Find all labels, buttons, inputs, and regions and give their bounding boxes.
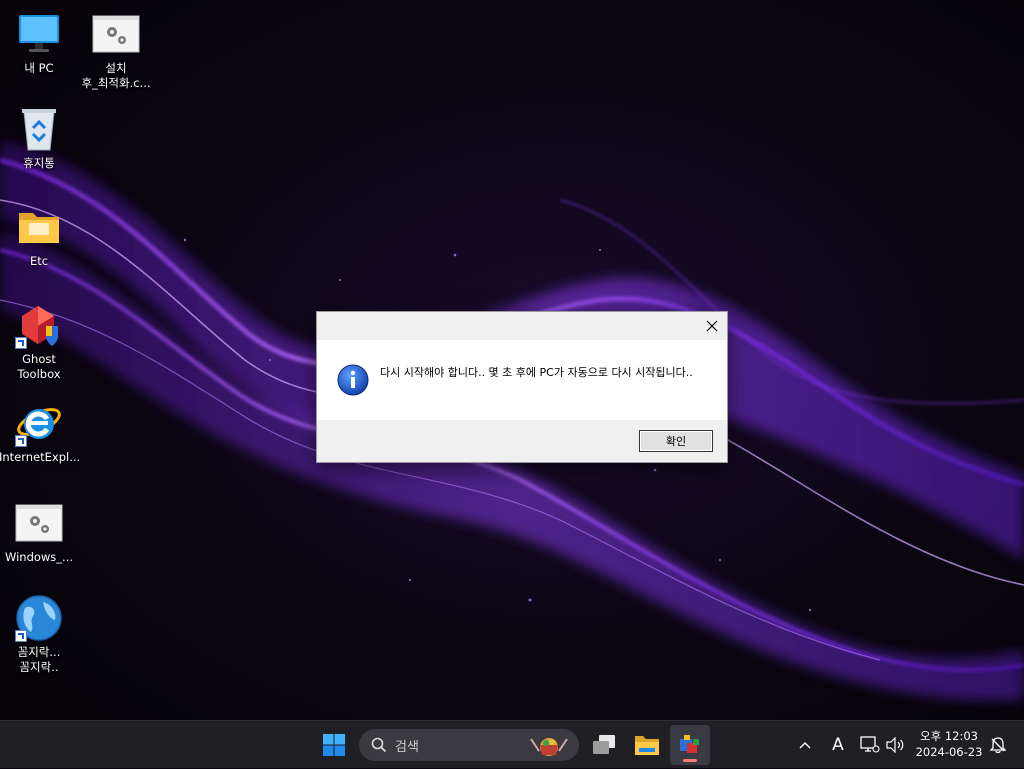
desktop-icon-recycle-bin[interactable]: 휴지통 bbox=[1, 105, 77, 171]
notification-button[interactable] bbox=[986, 721, 1010, 769]
windows-logo-icon bbox=[323, 734, 345, 756]
desktop-icon-label: Etc bbox=[29, 254, 49, 268]
globe-icon bbox=[15, 594, 63, 642]
shortcut-arrow-icon bbox=[15, 435, 27, 447]
desktop-icon-label: Windows_... bbox=[4, 550, 74, 564]
file-explorer-button[interactable] bbox=[627, 725, 667, 765]
search-highlight-icon bbox=[530, 738, 568, 756]
close-icon[interactable] bbox=[697, 312, 727, 340]
dialog-footer: 확인 bbox=[317, 420, 727, 462]
desktop-icon-label: 꼼지락... 꼼지락.. bbox=[17, 645, 61, 674]
desktop-icon-etc-folder[interactable]: Etc bbox=[1, 203, 77, 269]
dialog-message: 다시 시작해야 합니다.. 몇 초 후에 PC가 자동으로 다시 시작됩니다.. bbox=[380, 366, 693, 379]
settings-file-icon bbox=[92, 10, 140, 58]
desktop-icon-label: 내 PC bbox=[24, 61, 54, 75]
shortcut-arrow-icon bbox=[15, 630, 27, 642]
shortcut-arrow-icon bbox=[15, 337, 27, 349]
volume-icon bbox=[886, 737, 904, 753]
restart-dialog: 다시 시작해야 합니다.. 몇 초 후에 PC가 자동으로 다시 시작됩니다..… bbox=[316, 311, 728, 463]
folder-icon bbox=[15, 203, 63, 251]
input-method-indicator[interactable]: A bbox=[826, 721, 850, 769]
desktop-icon-ghost-toolbox[interactable]: Ghost Toolbox bbox=[1, 301, 77, 382]
taskbar: 검색 A 오후 12:03 2024-06-23 bbox=[0, 720, 1024, 768]
dialog-titlebar[interactable] bbox=[317, 312, 727, 340]
desktop-icon-globe-shortcut[interactable]: 꼼지락... 꼼지락.. bbox=[1, 594, 77, 675]
ghost-toolbox-icon bbox=[15, 301, 63, 349]
clock[interactable]: 오후 12:03 2024-06-23 bbox=[912, 728, 986, 760]
search-icon bbox=[371, 737, 387, 753]
file-explorer-icon bbox=[635, 736, 659, 755]
task-view-button[interactable] bbox=[584, 725, 624, 765]
clock-time: 오후 12:03 bbox=[920, 729, 978, 743]
internet-explorer-icon bbox=[15, 399, 63, 447]
app-icon bbox=[680, 735, 699, 753]
search-box[interactable]: 검색 bbox=[359, 729, 579, 761]
desktop-icon-internet-explorer[interactable]: InternetExpl... bbox=[0, 399, 79, 465]
settings-file-icon bbox=[15, 499, 63, 547]
clock-date: 2024-06-23 bbox=[915, 745, 983, 759]
desktop-icon-label: InternetExpl... bbox=[0, 450, 79, 464]
dialog-body: 다시 시작해야 합니다.. 몇 초 후에 PC가 자동으로 다시 시작됩니다.. bbox=[317, 340, 727, 420]
this-pc-icon bbox=[15, 10, 63, 58]
chevron-up-icon bbox=[799, 742, 811, 749]
volume-button[interactable] bbox=[882, 721, 908, 769]
desktop-icon-optimize-script[interactable]: 설치 후_최적화.c... bbox=[78, 10, 154, 91]
desktop-icon-this-pc[interactable]: 내 PC bbox=[1, 10, 77, 76]
info-icon bbox=[337, 364, 369, 400]
notification-bell-icon bbox=[989, 737, 1007, 754]
desktop-icon-label: 휴지통 bbox=[23, 156, 55, 170]
running-app-button[interactable] bbox=[670, 725, 710, 765]
recycle-bin-icon bbox=[15, 105, 63, 153]
active-app-indicator bbox=[683, 759, 697, 762]
search-placeholder: 검색 bbox=[395, 739, 419, 755]
ok-button[interactable]: 확인 bbox=[639, 430, 713, 452]
network-icon bbox=[860, 736, 880, 753]
show-hidden-icons-button[interactable] bbox=[794, 721, 816, 769]
desktop-icon-label: Ghost Toolbox bbox=[17, 352, 61, 381]
desktop-icon-windows-script[interactable]: Windows_... bbox=[1, 499, 77, 565]
task-view-icon bbox=[593, 735, 615, 754]
desktop-icon-label: 설치 후_최적화.c... bbox=[81, 61, 151, 90]
start-button[interactable] bbox=[314, 725, 354, 765]
network-button[interactable] bbox=[856, 721, 884, 769]
